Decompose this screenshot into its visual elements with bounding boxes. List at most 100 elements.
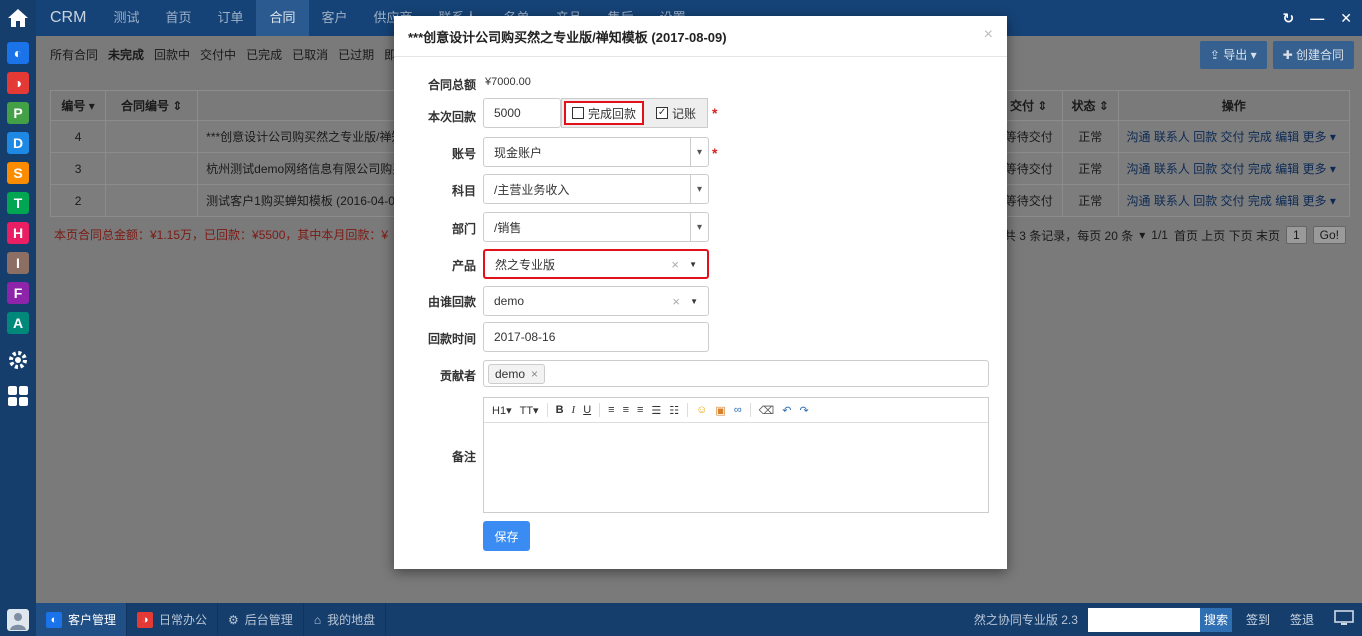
remark-label: 备注: [451, 450, 476, 464]
product-select[interactable]: 然之专业版 × ▼: [483, 249, 709, 279]
contributor-input[interactable]: demo ×: [483, 360, 989, 387]
grid-icon[interactable]: [0, 378, 36, 414]
app-project-icon[interactable]: P: [7, 102, 29, 124]
underline-button[interactable]: U: [583, 404, 591, 416]
app-doc-icon[interactable]: D: [7, 132, 29, 154]
filter-expired[interactable]: 已过期: [338, 46, 374, 63]
filter-finished[interactable]: 已完成: [246, 46, 282, 63]
home-icon[interactable]: [0, 0, 36, 36]
subject-select[interactable]: /主营业务收入 ▾: [483, 174, 709, 204]
task-dashboard[interactable]: ⌂ 我的地盘: [304, 603, 387, 636]
divider: [749, 403, 751, 417]
dialog-close-button[interactable]: ×: [984, 26, 993, 44]
app-cash-icon[interactable]: S: [7, 162, 29, 184]
col-id[interactable]: 编号 ▾: [49, 90, 107, 121]
bold-button[interactable]: B: [556, 404, 564, 416]
clear-icon[interactable]: ×: [671, 257, 679, 272]
nav-item-test[interactable]: 测试: [100, 0, 152, 36]
pager: 共 3 条记录，每页 20 条 ▾ 1/1 首页 上页 下页 末页 1 Go!: [1004, 226, 1346, 244]
required-mark: *: [712, 145, 718, 161]
filter-returning[interactable]: 回款中: [154, 46, 190, 63]
plus-icon: ✚: [1282, 48, 1296, 62]
pager-input[interactable]: 1: [1285, 226, 1307, 244]
eraser-icon[interactable]: ⌫: [759, 404, 775, 417]
create-contract-button[interactable]: ✚ 创建合同: [1272, 41, 1354, 69]
align-left-icon[interactable]: ≡: [608, 404, 614, 416]
font-size-button[interactable]: TT▾: [520, 404, 539, 417]
nav-item-customers[interactable]: 客户: [309, 0, 361, 36]
image-icon[interactable]: ▣: [715, 404, 725, 417]
nav-item-orders[interactable]: 订单: [204, 0, 256, 36]
record-checkbox[interactable]: ✓ 记账: [656, 105, 696, 122]
app-hr-icon[interactable]: H: [7, 222, 29, 244]
align-center-icon[interactable]: ≡: [623, 404, 629, 416]
account-select[interactable]: 现金账户 ▾: [483, 137, 709, 167]
search-input[interactable]: [1087, 607, 1200, 632]
remark-editor[interactable]: H1▾ TT▾ B I U ≡ ≡ ≡ ☰ ☷ ☺ ▣ ∞ ⌫ ↶ ↷: [483, 397, 989, 513]
col-status[interactable]: 状态 ⇕: [1061, 90, 1119, 121]
nav-item-home[interactable]: 首页: [152, 0, 204, 36]
pager-nav[interactable]: 首页 上页 下页 末页: [1174, 227, 1280, 244]
link-icon[interactable]: ∞: [734, 404, 742, 416]
undo-icon[interactable]: ↶: [782, 404, 791, 417]
align-right-icon[interactable]: ≡: [637, 404, 643, 416]
redo-icon[interactable]: ↷: [799, 404, 808, 417]
chevron-down-icon: ▾: [690, 138, 708, 166]
nav-item-contracts[interactable]: 合同: [256, 0, 309, 36]
refresh-icon[interactable]: ↻: [1283, 10, 1295, 27]
save-button[interactable]: 保存: [483, 521, 530, 551]
app-crm-icon[interactable]: ◐: [7, 42, 29, 64]
row-actions[interactable]: 沟通 联系人 回款 交付 完成 编辑 更多 ▾: [1117, 184, 1351, 217]
clear-icon[interactable]: ×: [672, 294, 680, 309]
finish-payment-checkbox[interactable]: 完成回款: [564, 101, 645, 125]
divider: [687, 403, 689, 417]
divider: [599, 403, 601, 417]
pager-go-button[interactable]: Go!: [1312, 226, 1346, 244]
amount-label: 本次回款: [427, 110, 476, 124]
checkbox-icon: [572, 107, 584, 119]
app-a-icon[interactable]: A: [7, 312, 29, 334]
signin-link[interactable]: 签到: [1246, 611, 1270, 628]
col-code[interactable]: 合同编号 ⇕: [105, 90, 199, 121]
row-actions[interactable]: 沟通 联系人 回款 交付 完成 编辑 更多 ▾: [1117, 120, 1351, 153]
app-f-icon[interactable]: F: [7, 282, 29, 304]
pager-info[interactable]: 共 3 条记录，每页 20 条: [1004, 227, 1133, 244]
ordered-list-icon[interactable]: ☰: [651, 404, 661, 417]
filter-delivering[interactable]: 交付中: [200, 46, 236, 63]
task-crm[interactable]: ◐ 客户管理: [36, 603, 128, 636]
row-actions[interactable]: 沟通 联系人 回款 交付 完成 编辑 更多 ▾: [1117, 152, 1351, 185]
chevron-down-icon: ▾: [690, 213, 708, 241]
desktop-icon[interactable]: [1334, 610, 1354, 629]
gear-icon[interactable]: [0, 342, 36, 378]
oa-icon: ◑: [137, 611, 154, 628]
heading-button[interactable]: H1▾: [492, 404, 512, 417]
date-label: 回款时间: [427, 332, 476, 346]
task-oa[interactable]: ◑ 日常办公: [127, 603, 219, 636]
dialog-title: ***创意设计公司购买然之专业版/禅知模板 (2017-08-09): [408, 29, 727, 45]
app-oa-icon[interactable]: ◑: [7, 72, 29, 94]
pager-page: 1/1: [1151, 228, 1168, 242]
emoji-icon[interactable]: ☺: [696, 404, 707, 416]
minimize-icon[interactable]: —: [1310, 10, 1324, 26]
search-button[interactable]: 搜索: [1199, 607, 1232, 632]
date-input[interactable]: 2017-08-16: [483, 322, 709, 352]
handler-select[interactable]: demo × ▼: [483, 286, 709, 316]
app-i-icon[interactable]: I: [7, 252, 29, 274]
signout-link[interactable]: 签退: [1290, 611, 1314, 628]
close-icon[interactable]: ✕: [1340, 10, 1352, 27]
brand-title[interactable]: CRM: [36, 9, 100, 27]
task-admin[interactable]: ⚙ 后台管理: [218, 603, 304, 636]
unordered-list-icon[interactable]: ☷: [669, 404, 679, 417]
export-button[interactable]: ⇪ 导出 ▾: [1199, 41, 1267, 69]
filter-unfinished[interactable]: 未完成: [108, 46, 144, 63]
remove-tag-icon[interactable]: ×: [531, 367, 538, 381]
avatar[interactable]: [0, 603, 36, 636]
required-mark: *: [712, 105, 718, 121]
checkmark-icon: ✓: [656, 107, 669, 119]
filter-all[interactable]: 所有合同: [50, 46, 98, 63]
app-team-icon[interactable]: T: [7, 192, 29, 214]
dept-select[interactable]: /销售 ▾: [483, 212, 709, 242]
filter-canceled[interactable]: 已取消: [292, 46, 328, 63]
italic-button[interactable]: I: [572, 404, 576, 416]
amount-input[interactable]: 5000: [483, 98, 561, 128]
